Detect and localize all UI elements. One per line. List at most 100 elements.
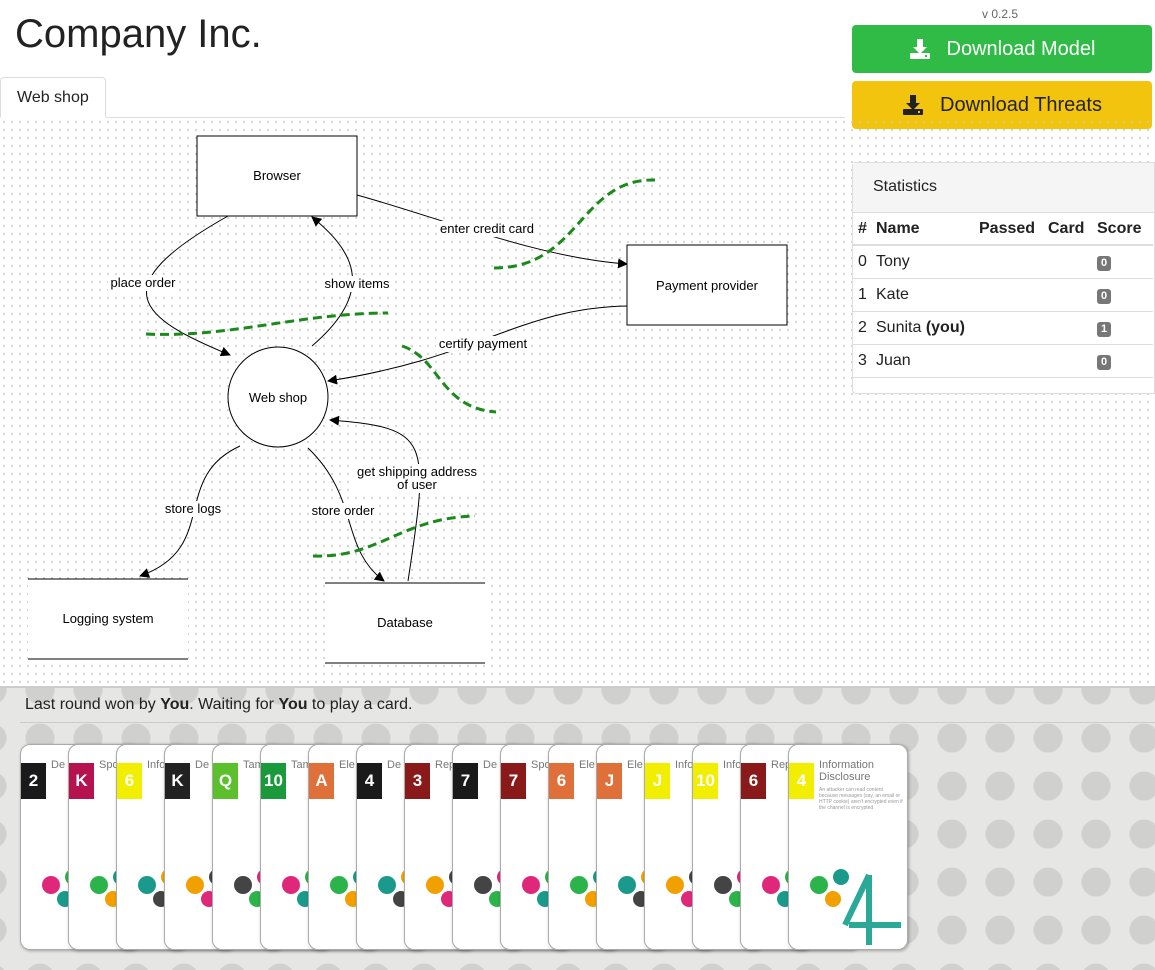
player-row: 1 Kate 0 <box>853 278 1153 312</box>
download-icon <box>903 95 924 115</box>
player-index: 1 <box>853 278 871 312</box>
player-name-text: Juan <box>876 351 911 369</box>
node-label: Web shop <box>249 390 307 405</box>
card-rank: 4 <box>789 763 814 799</box>
player-name: Sunita (you) <box>871 311 974 345</box>
table-header-row: # Name Passed Card Score <box>853 213 1153 246</box>
player-passed <box>974 344 1043 378</box>
card-rank: 7 <box>453 763 478 799</box>
tab-bar-line <box>0 117 845 118</box>
node-payment-provider[interactable]: Payment provider <box>626 244 788 326</box>
threat-card[interactable]: 4 Information Disclosure An attacker can r… <box>788 744 908 950</box>
status-text: to play a card. <box>307 696 413 713</box>
node-web-shop[interactable]: Web shop <box>227 346 329 448</box>
player-name-text: Kate <box>876 285 909 303</box>
player-row: 3 Juan 0 <box>853 344 1153 378</box>
trust-boundary[interactable] <box>145 311 389 336</box>
card-rank: 6 <box>549 763 574 799</box>
player-card <box>1043 245 1092 279</box>
score-badge: 0 <box>1097 288 1112 304</box>
hand-area: Last round won by You. Waiting for You t… <box>0 686 1155 970</box>
company-title: Company Inc. <box>15 12 262 56</box>
card-rank: 3 <box>405 763 430 799</box>
card-rank: Q <box>213 763 238 799</box>
flow-get-shipping[interactable] <box>329 415 421 582</box>
player-name: Juan <box>871 344 974 378</box>
node-label: Payment provider <box>656 278 759 293</box>
you-marker: (you) <box>925 318 965 336</box>
download-model-label: Download Model <box>946 37 1096 60</box>
player-index: 0 <box>853 245 871 279</box>
trust-boundaries <box>145 178 656 558</box>
score-badge: 0 <box>1097 354 1112 370</box>
column-header: Card <box>1043 213 1092 246</box>
card-rank: J <box>645 763 670 799</box>
player-row: 0 Tony 0 <box>853 245 1153 279</box>
player-row: 2 Sunita (you) 1 <box>853 311 1153 345</box>
player-name: Kate <box>871 278 974 312</box>
player-index: 3 <box>853 344 871 378</box>
player-name-text: Tony <box>876 252 910 270</box>
divider <box>20 722 1155 723</box>
player-score: 0 <box>1092 344 1153 378</box>
download-model-button[interactable]: Download Model <box>852 25 1152 73</box>
version-label: v 0.2.5 <box>982 7 1019 21</box>
player-name: Tony <box>871 245 974 279</box>
data-flow-diagram: Browser Payment provider Web shop Loggin… <box>28 135 788 664</box>
card-rank: K <box>69 763 94 799</box>
trust-boundary[interactable] <box>312 514 476 558</box>
player-name-text: Sunita <box>876 318 922 336</box>
column-header: Passed <box>974 213 1043 246</box>
trust-boundary[interactable] <box>401 344 497 414</box>
flow-label: of user <box>397 477 437 492</box>
column-header: # <box>853 213 871 246</box>
card-title: Information Disclosure <box>819 759 875 783</box>
card-rank: 10 <box>261 763 286 799</box>
flow-label: show items <box>324 276 390 291</box>
status-winner: You <box>160 696 190 713</box>
node-database[interactable]: Database <box>325 582 485 664</box>
player-card <box>1043 278 1092 312</box>
card-rank: J <box>597 763 622 799</box>
score-badge: 1 <box>1097 321 1112 337</box>
download-threats-label: Download Threats <box>940 93 1102 116</box>
node-logging-system[interactable]: Logging system <box>28 578 188 660</box>
card-rank: 4 <box>357 763 382 799</box>
app-root: Company Inc. v 0.2.5 Download Model Down… <box>0 0 1155 970</box>
status-waiting-for: You <box>278 696 308 713</box>
player-card <box>1043 344 1092 378</box>
column-header: Name <box>871 213 974 246</box>
flow-label: place order <box>110 275 176 290</box>
card-rank: K <box>165 763 190 799</box>
node-label: Logging system <box>62 611 153 626</box>
score-badge: 0 <box>1097 255 1112 271</box>
card-rank: A <box>309 763 334 799</box>
round-status: Last round won by You. Waiting for You t… <box>25 696 412 714</box>
card-rank: 6 <box>741 763 766 799</box>
statistics-panel: Statistics # Name Passed Card Score 0 Ton… <box>852 162 1155 394</box>
flow-label: store order <box>312 503 376 518</box>
player-index: 2 <box>853 311 871 345</box>
player-score: 0 <box>1092 278 1153 312</box>
divider <box>0 686 1155 688</box>
download-icon <box>909 39 930 59</box>
tab-web-shop[interactable]: Web shop <box>0 77 106 118</box>
node-label: Browser <box>253 168 301 183</box>
status-text: Last round won by <box>25 696 161 713</box>
card-rank: 6 <box>117 763 142 799</box>
player-score: 1 <box>1092 311 1153 345</box>
card-rank: 2 <box>21 763 46 799</box>
column-header: Score <box>1092 213 1153 246</box>
card-rank: 10 <box>693 763 718 799</box>
card-description: An attacker can read content because mes… <box>819 787 903 811</box>
player-passed <box>974 245 1043 279</box>
node-label: Database <box>377 615 433 630</box>
statistics-title: Statistics <box>853 163 1154 213</box>
player-passed <box>974 278 1043 312</box>
player-card <box>1043 311 1092 345</box>
node-browser[interactable]: Browser <box>196 135 358 217</box>
flow-label: enter credit card <box>440 221 534 236</box>
flow-label: certify payment <box>439 336 528 351</box>
card-illustration <box>810 869 901 945</box>
flow-label: store logs <box>165 501 222 516</box>
